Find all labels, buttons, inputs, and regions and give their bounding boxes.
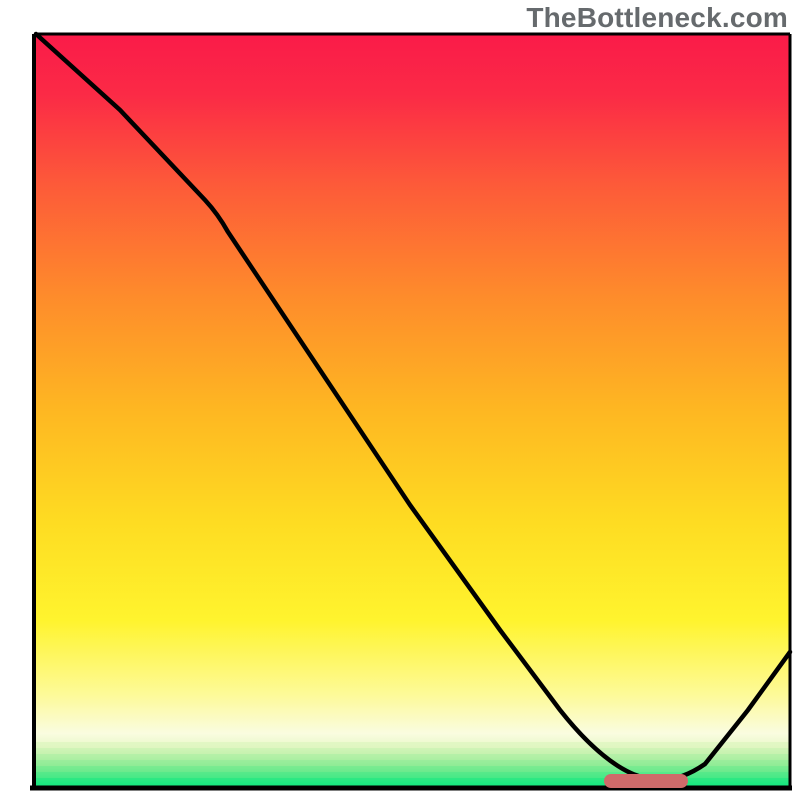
- gradient-background: [34, 34, 790, 786]
- optimal-range-marker: [604, 774, 688, 788]
- bottleneck-chart-svg: [0, 0, 800, 800]
- chart-container: TheBottleneck.com: [0, 0, 800, 800]
- plot-area: [30, 34, 792, 790]
- watermark-text: TheBottleneck.com: [526, 2, 788, 34]
